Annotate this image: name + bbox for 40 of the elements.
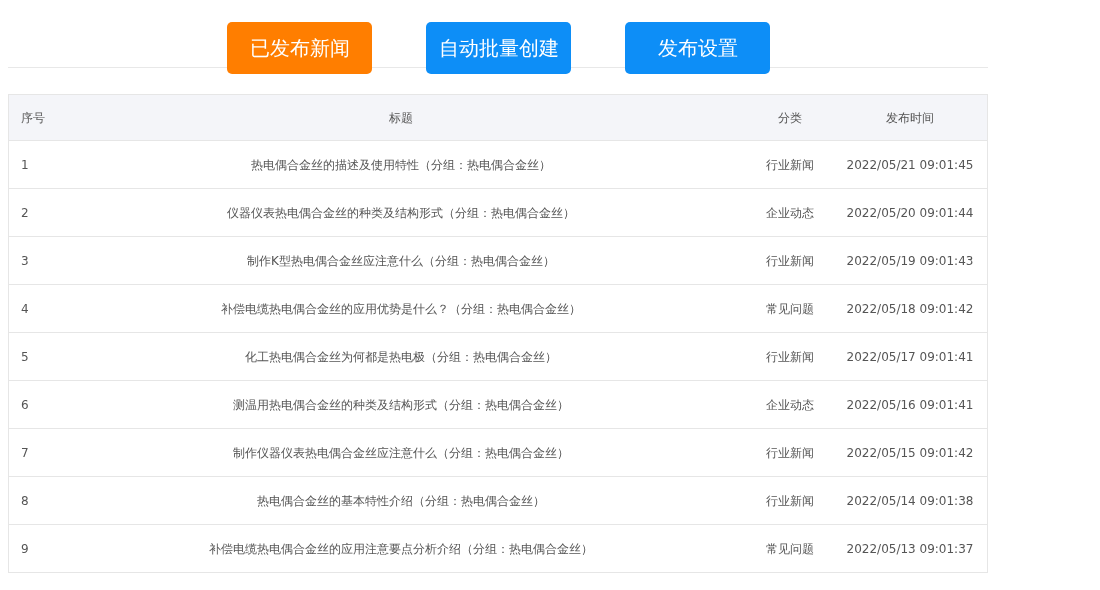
table-cell[interactable]: 补偿电缆热电偶合金丝的应用注意要点分析介绍（分组：热电偶合金丝） [209,541,593,556]
table-cell: 2022/05/20 09:01:44 [846,205,974,220]
table-cell[interactable]: 化工热电偶合金丝为何都是热电极（分组：热电偶合金丝） [245,349,557,364]
column-header: 发布时间 [886,110,934,125]
table-cell: 行业新闻 [766,157,814,172]
table-cell: 2022/05/14 09:01:38 [846,493,974,508]
table-cell: 2022/05/17 09:01:41 [846,349,974,364]
table-cell[interactable]: 热电偶合金丝的基本特性介绍（分组：热电偶合金丝） [257,493,545,508]
table-cell: 2022/05/16 09:01:41 [846,397,974,412]
table-cell[interactable]: 补偿电缆热电偶合金丝的应用优势是什么？（分组：热电偶合金丝） [221,301,581,316]
table-cell: 行业新闻 [766,253,814,268]
table-cell: 2022/05/19 09:01:43 [846,253,974,268]
table-cell[interactable]: 仪器仪表热电偶合金丝的种类及结构形式（分组：热电偶合金丝） [227,205,575,220]
table-cell: 7 [21,445,29,460]
table-cell: 2022/05/15 09:01:42 [846,445,974,460]
column-header: 序号 [21,110,45,125]
table-cell: 企业动态 [766,205,814,220]
table-cell[interactable]: 测温用热电偶合金丝的种类及结构形式（分组：热电偶合金丝） [233,397,569,412]
table-cell: 行业新闻 [766,445,814,460]
table-cell: 1 [21,157,29,172]
table-cell: 2022/05/18 09:01:42 [846,301,974,316]
table-cell: 2022/05/13 09:01:37 [846,541,974,556]
table-cell: 5 [21,349,29,364]
table-cell[interactable]: 制作仪器仪表热电偶合金丝应注意什么（分组：热电偶合金丝） [233,445,569,460]
table-cell: 行业新闻 [766,349,814,364]
table-cell: 2022/05/21 09:01:45 [846,157,974,172]
table-cell: 常见问题 [766,541,814,556]
table-cell: 2 [21,205,29,220]
table-cell: 9 [21,541,29,556]
table-cell: 8 [21,493,29,508]
table-cell: 企业动态 [766,397,814,412]
table-cell[interactable]: 制作K型热电偶合金丝应注意什么（分组：热电偶合金丝） [247,253,555,268]
table-cell: 3 [21,253,29,268]
column-header: 分类 [778,110,802,125]
column-header: 标题 [389,110,413,125]
table-cell: 行业新闻 [766,493,814,508]
table-cell: 6 [21,397,29,412]
table-cell: 4 [21,301,29,316]
table-cell: 常见问题 [766,301,814,316]
table-cell[interactable]: 热电偶合金丝的描述及使用特性（分组：热电偶合金丝） [251,157,551,172]
